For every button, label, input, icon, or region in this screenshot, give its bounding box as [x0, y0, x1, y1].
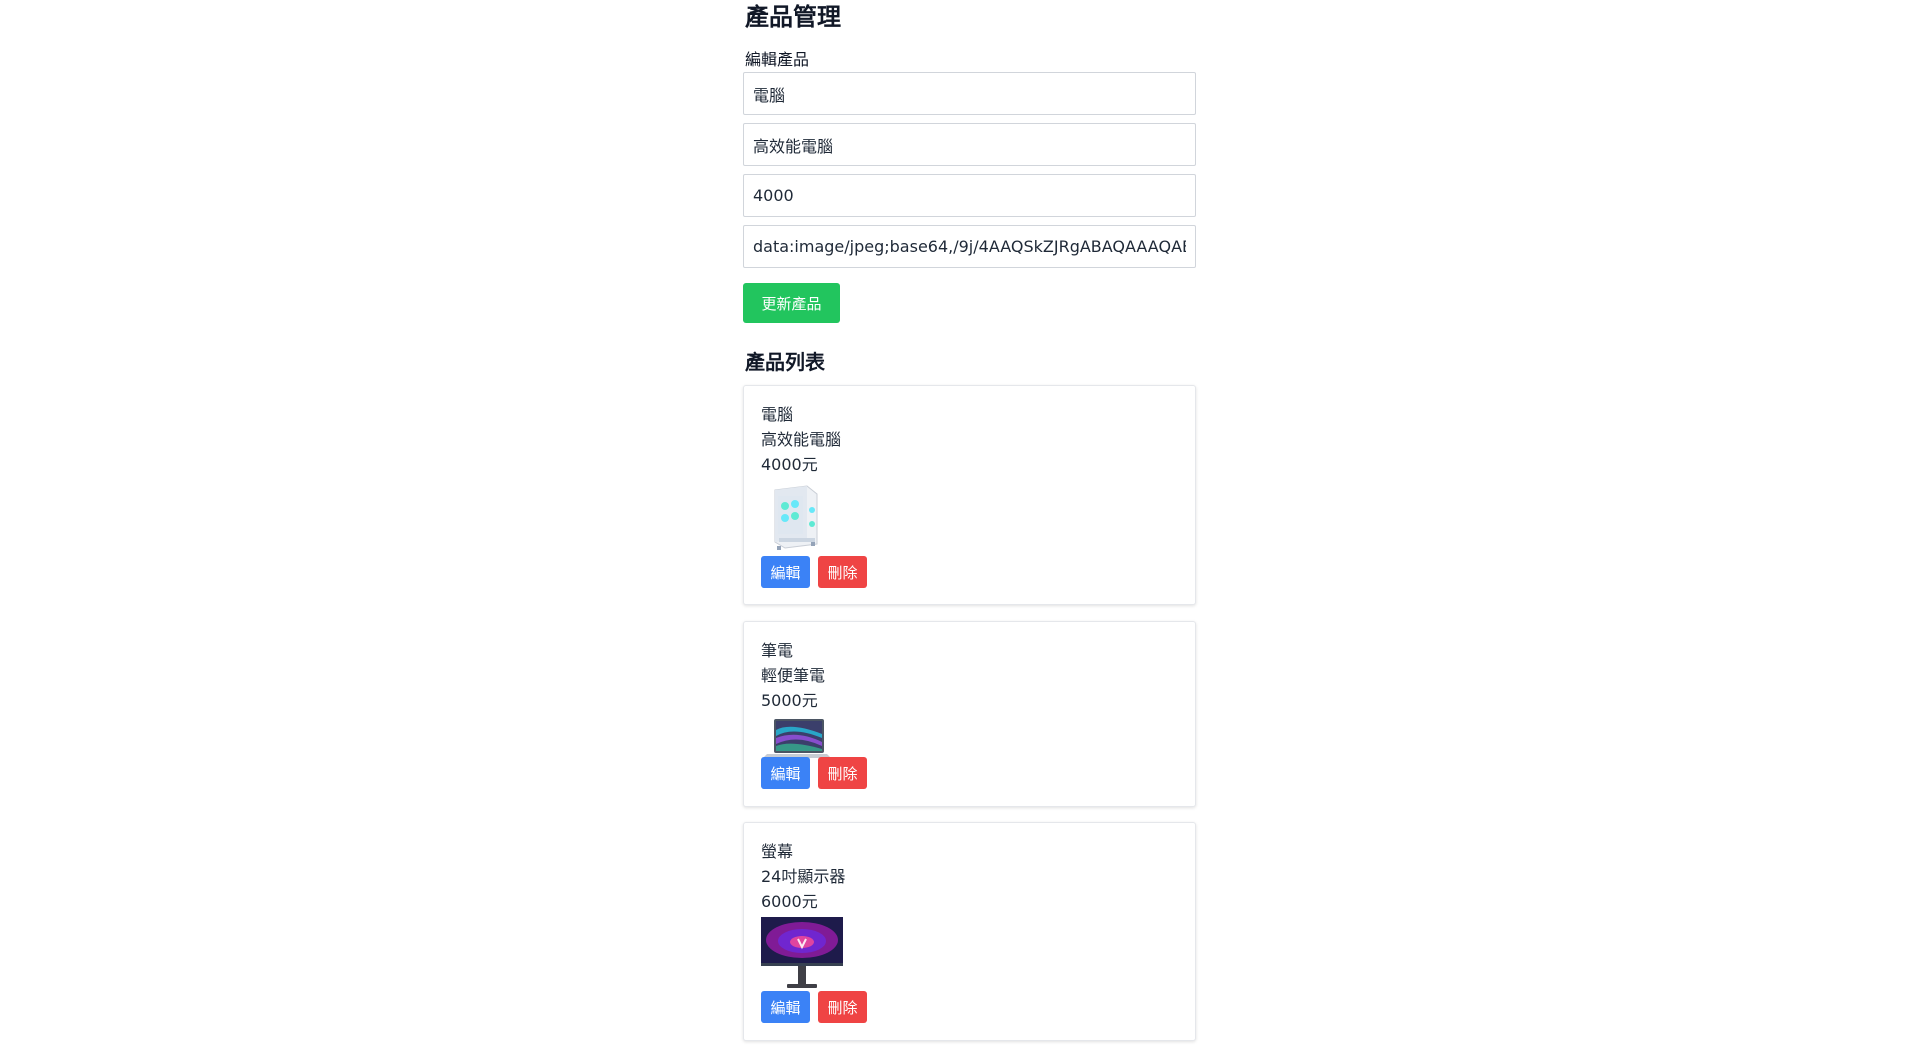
edit-button[interactable]: 編輯	[761, 757, 810, 789]
delete-button[interactable]: 刪除	[818, 757, 867, 789]
page-title: 產品管理	[745, 3, 841, 31]
product-description: 24吋顯示器	[761, 867, 846, 886]
product-image-input[interactable]	[743, 225, 1196, 268]
product-name: 螢幕	[761, 842, 794, 861]
edit-button[interactable]: 編輯	[761, 556, 810, 588]
monitor-image	[761, 917, 843, 990]
product-description: 高效能電腦	[761, 430, 842, 449]
product-description-input[interactable]	[743, 123, 1196, 166]
product-name: 電腦	[761, 405, 794, 424]
product-list-title: 產品列表	[745, 350, 825, 374]
laptop-image	[761, 716, 833, 760]
product-price: 4000元	[761, 455, 818, 474]
product-description: 輕便筆電	[761, 666, 826, 685]
product-card: 筆電 輕便筆電 5000元 編輯 刪除	[743, 621, 1196, 807]
edit-form-label: 編輯產品	[745, 50, 810, 69]
product-price: 5000元	[761, 691, 818, 710]
product-card: 電腦 高效能電腦 4000元 編輯 刪除	[743, 385, 1196, 605]
delete-button[interactable]: 刪除	[818, 991, 867, 1023]
edit-button[interactable]: 編輯	[761, 991, 810, 1023]
update-product-button[interactable]: 更新產品	[743, 283, 840, 323]
product-name-input[interactable]	[743, 72, 1196, 115]
pc-case-image	[761, 480, 831, 552]
product-price-input[interactable]	[743, 174, 1196, 217]
product-price: 6000元	[761, 892, 818, 911]
product-card: 螢幕 24吋顯示器 6000元 編輯 刪除	[743, 822, 1196, 1041]
product-name: 筆電	[761, 641, 794, 660]
delete-button[interactable]: 刪除	[818, 556, 867, 588]
